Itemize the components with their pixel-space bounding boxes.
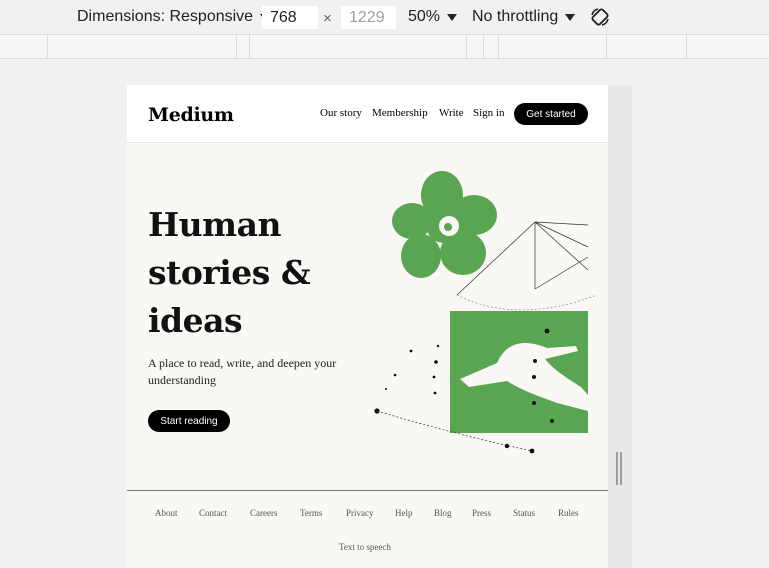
hero-title-line: Human xyxy=(148,205,281,244)
site-header: Medium Our story Membership Write Sign i… xyxy=(127,85,608,143)
resize-strip xyxy=(608,85,632,568)
footer-link-text-to-speech[interactable]: Text to speech xyxy=(339,542,391,552)
nav-link-membership[interactable]: Membership xyxy=(372,107,428,119)
hero-subtitle: A place to read, write, and deepen your … xyxy=(148,356,337,387)
footer-link-press[interactable]: Press xyxy=(472,508,491,518)
nav-link-sign-in[interactable]: Sign in xyxy=(473,107,504,119)
chevron-down-icon xyxy=(565,13,576,21)
footer-link-terms[interactable]: Terms xyxy=(300,508,322,518)
hero-title-line: ideas xyxy=(148,301,243,340)
footer-link-status[interactable]: Status xyxy=(513,508,535,518)
resize-handle[interactable] xyxy=(616,452,624,485)
height-input[interactable] xyxy=(341,6,396,29)
hero-illustration xyxy=(374,171,598,454)
footer-link-contact[interactable]: Contact xyxy=(199,508,227,518)
get-started-button[interactable]: Get started xyxy=(514,103,588,125)
footer-link-privacy[interactable]: Privacy xyxy=(346,508,374,518)
media-query-ruler[interactable] xyxy=(0,34,769,59)
rotate-icon[interactable] xyxy=(589,6,611,28)
start-reading-button[interactable]: Start reading xyxy=(148,410,230,432)
zoom-dropdown[interactable]: 50% xyxy=(408,8,458,26)
dimensions-label: Dimensions: Responsive xyxy=(77,8,254,25)
hero-title-line: stories & xyxy=(148,253,311,292)
footer-link-rules[interactable]: Rules xyxy=(558,508,579,518)
throttling-dropdown[interactable]: No throttling xyxy=(472,8,576,26)
footer-divider xyxy=(127,490,608,491)
throttling-label: No throttling xyxy=(472,8,559,25)
times-icon: × xyxy=(323,10,332,27)
footer-link-blog[interactable]: Blog xyxy=(434,508,452,518)
footer-link-about[interactable]: About xyxy=(155,508,178,518)
device-toolbar: Dimensions: Responsive × 50% No throttli… xyxy=(0,0,769,34)
nav-link-our-story[interactable]: Our story xyxy=(320,107,362,119)
nav-link-write[interactable]: Write xyxy=(439,107,464,119)
dimensions-dropdown[interactable]: Dimensions: Responsive xyxy=(77,8,271,26)
footer-link-careers[interactable]: Careers xyxy=(250,508,277,518)
zoom-label: 50% xyxy=(408,8,441,25)
emulated-page: Medium Our story Membership Write Sign i… xyxy=(127,85,608,568)
hero-title: Human stories & ideas xyxy=(148,201,311,345)
footer-link-help[interactable]: Help xyxy=(395,508,413,518)
chevron-down-icon xyxy=(447,13,458,21)
width-input[interactable] xyxy=(262,6,318,29)
site-logo[interactable]: Medium xyxy=(148,104,234,126)
